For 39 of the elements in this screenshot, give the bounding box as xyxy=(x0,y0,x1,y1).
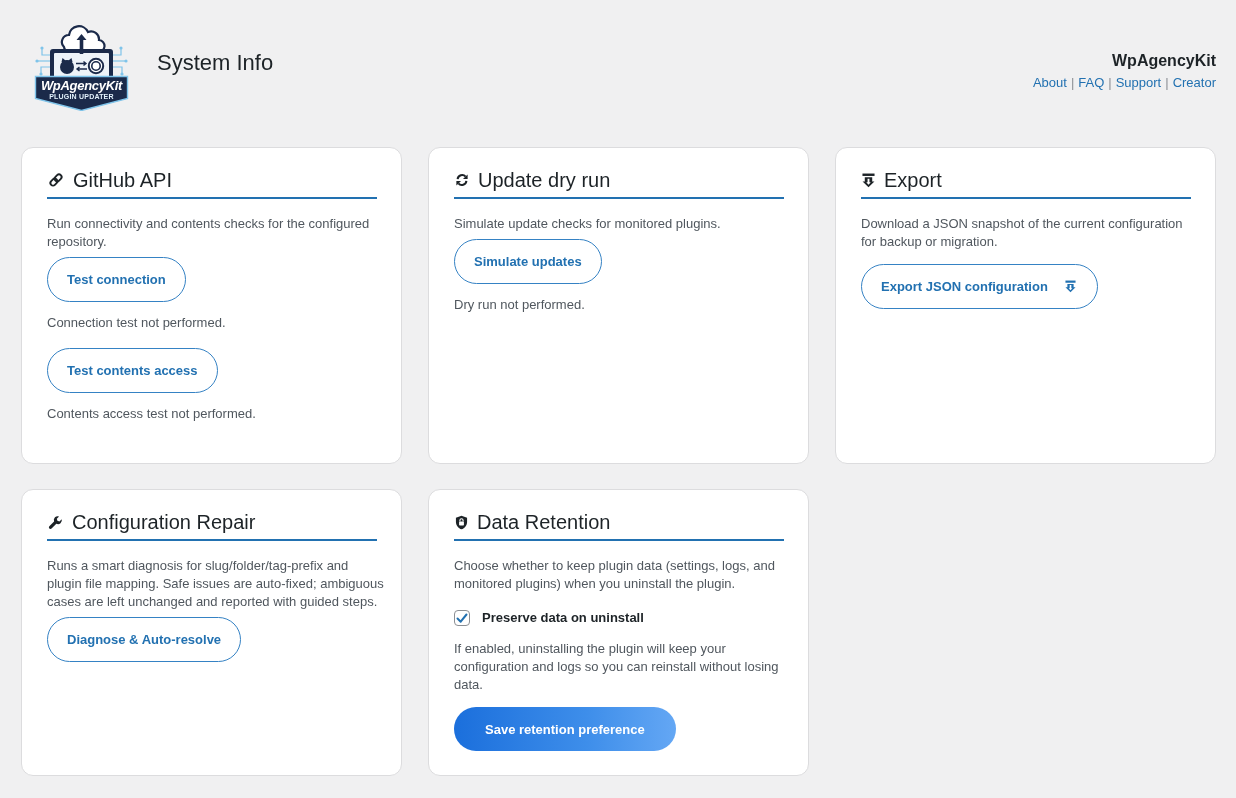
description-text: Runs a smart diagnosis for slug/folder/tag-prefix and plugin file mapping. Safe issues are auto-fixed; ambiguous cases are left unchanged and reported with guided steps. xyxy=(47,557,385,611)
link-icon xyxy=(48,172,64,188)
card-title: Configuration Repair xyxy=(72,510,256,534)
action-button[interactable]: Simulate updates xyxy=(454,239,602,284)
nav-link[interactable]: Creator xyxy=(1172,74,1216,91)
description-text: Run connectivity and contents checks for the configured repository. xyxy=(47,215,371,251)
brand-name: WpAgencyKit xyxy=(1111,50,1216,71)
checkbox[interactable] xyxy=(454,610,470,626)
card-title: Export xyxy=(884,168,942,192)
page-title: System Info xyxy=(157,50,274,76)
status-text: Connection test not performed. xyxy=(47,314,227,332)
download-icon xyxy=(1064,280,1076,293)
card-title: GitHub API xyxy=(73,168,172,192)
action-button[interactable]: Test contents access xyxy=(47,348,218,393)
card-title: Data Retention xyxy=(477,510,611,534)
logo-wordmark: WpAgencyKit xyxy=(39,78,124,94)
nav-link[interactable]: FAQ xyxy=(1078,74,1105,91)
export-button[interactable]: Export JSON configuration xyxy=(861,264,1098,309)
shield-lock-icon xyxy=(455,514,468,530)
status-text: Contents access test not performed. xyxy=(47,405,257,423)
nav-link[interactable]: About xyxy=(1032,74,1067,91)
status-text: Dry run not performed. xyxy=(454,296,586,314)
refresh-icon xyxy=(455,173,469,187)
nav-link[interactable]: Support xyxy=(1115,74,1162,91)
checkmark-icon xyxy=(456,612,468,624)
action-button[interactable]: Test connection xyxy=(47,257,186,302)
download-icon xyxy=(862,172,875,188)
description-text: Simulate update checks for monitored plugins. xyxy=(454,215,722,233)
help-text: If enabled, uninstalling the plugin will keep your configuration and logs so you can reinstall without losing data. xyxy=(454,640,780,694)
save-button[interactable]: Save retention preference xyxy=(454,707,676,751)
card-title: Update dry run xyxy=(478,168,611,192)
link-separator: | xyxy=(1108,74,1112,91)
checkbox-label: Preserve data on uninstall xyxy=(482,609,644,627)
wrench-icon xyxy=(48,514,63,530)
link-separator: | xyxy=(1070,74,1075,91)
link-separator: | xyxy=(1165,74,1169,91)
description-text: Choose whether to keep plugin data (settings, logs, and monitored plugins) when you uninstall the plugin. xyxy=(454,557,776,593)
action-button[interactable]: Diagnose & Auto-resolve xyxy=(47,617,242,662)
description-text: Download a JSON snapshot of the current configuration for backup or migration. xyxy=(861,215,1184,251)
